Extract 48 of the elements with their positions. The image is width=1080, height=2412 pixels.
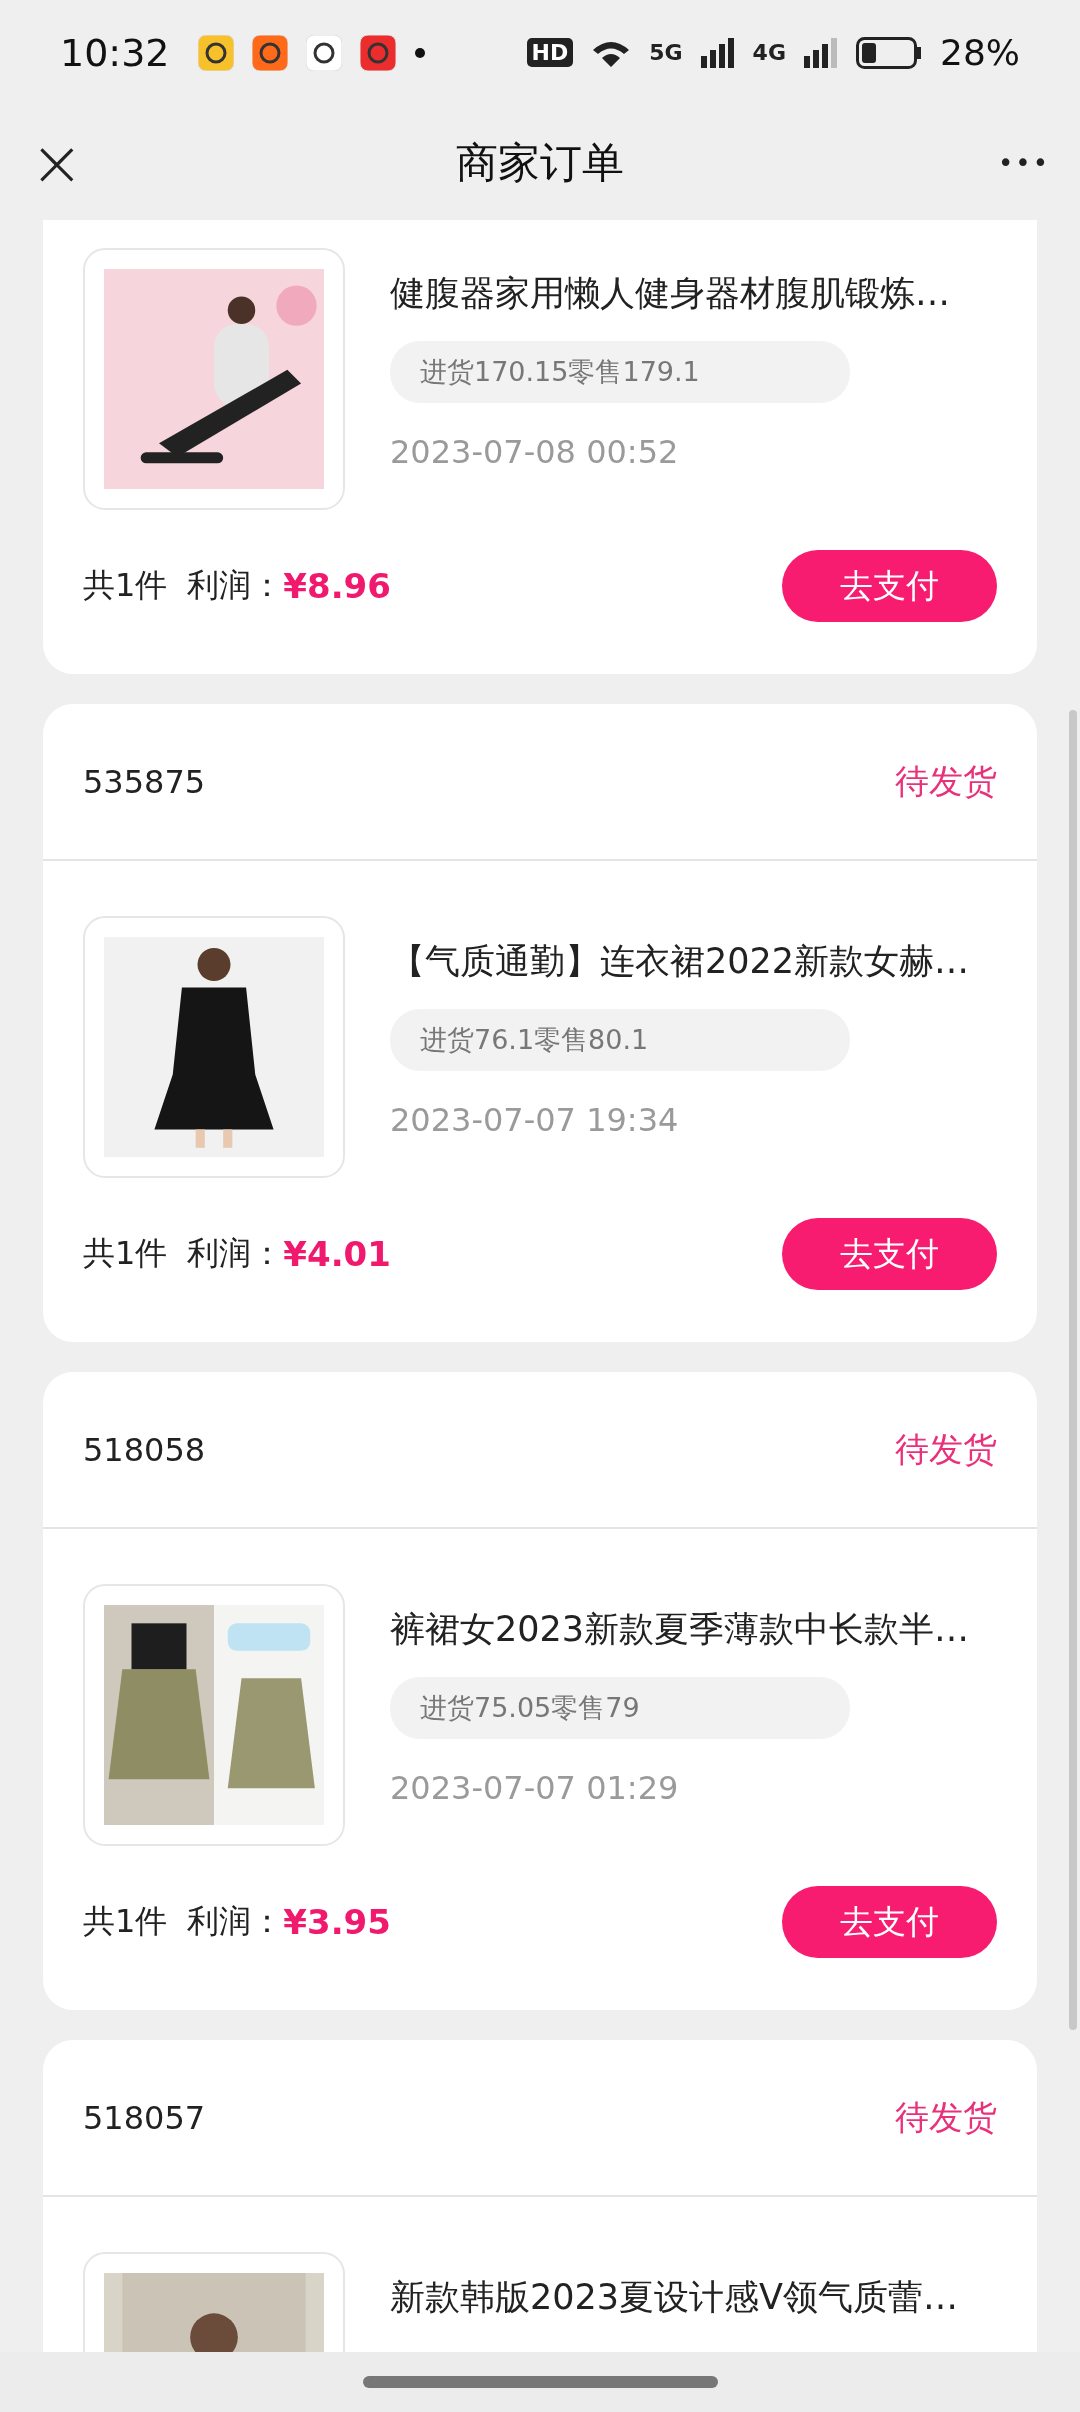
profit-label: 利润： xyxy=(187,565,284,606)
order-number: 518058 xyxy=(83,1430,206,1469)
notification-dot-icon xyxy=(413,46,426,59)
pay-button[interactable]: 去支付 xyxy=(782,1218,997,1290)
product-title[interactable]: 健腹器家用懒人健身器材腹肌锻炼… xyxy=(390,270,950,317)
scrollbar[interactable] xyxy=(1069,710,1077,2030)
page-title: 商家订单 xyxy=(455,136,625,189)
order-status: 待发货 xyxy=(895,759,997,803)
pay-button[interactable]: 去支付 xyxy=(782,550,997,622)
item-count: 共1件 xyxy=(83,1901,168,1942)
profit-label: 利润： xyxy=(187,1233,284,1274)
order-status: 待发货 xyxy=(895,1427,997,1471)
profit-amount: ¥3.95 xyxy=(283,1902,391,1942)
battery-icon xyxy=(856,36,922,69)
order-date: 2023-07-07 19:34 xyxy=(390,1101,679,1139)
order-number: 535875 xyxy=(83,762,206,801)
item-count: 共1件 xyxy=(83,565,168,606)
battery-percentage: 28% xyxy=(940,32,1020,73)
price-tag: 进货76.1零售80.1 xyxy=(390,1009,850,1071)
profit-amount: ¥4.01 xyxy=(283,1234,391,1274)
network-type-label: 5G xyxy=(649,40,683,65)
app-icon xyxy=(359,34,396,71)
item-count: 共1件 xyxy=(83,1233,168,1274)
app-icon xyxy=(251,34,288,71)
order-date: 2023-07-08 00:52 xyxy=(390,433,679,471)
more-button[interactable]: ••• xyxy=(970,147,1050,178)
price-tag: 进货170.15零售179.1 xyxy=(390,341,850,403)
signal-icon xyxy=(700,37,735,68)
product-title[interactable]: 【气质通勤】连衣裙2022新款女赫… xyxy=(390,938,970,985)
product-thumbnail[interactable] xyxy=(83,1584,345,1846)
profit-amount: ¥8.96 xyxy=(283,566,391,606)
profit-label: 利润： xyxy=(187,1901,284,1942)
order-date: 2023-07-07 01:29 xyxy=(390,1769,679,1807)
order-status: 待发货 xyxy=(895,2095,997,2139)
pay-button[interactable]: 去支付 xyxy=(782,1886,997,1958)
product-thumbnail[interactable] xyxy=(83,916,345,1178)
app-icon xyxy=(305,34,342,71)
product-title[interactable]: 裤裙女2023新款夏季薄款中长款半… xyxy=(390,1606,970,1653)
close-button[interactable]: × xyxy=(30,130,110,195)
signal-icon xyxy=(804,37,838,68)
network-type-label: 4G xyxy=(752,40,786,65)
app-icon xyxy=(197,34,234,71)
product-title[interactable]: 新款韩版2023夏设计感V领气质蕾… xyxy=(390,2274,958,2321)
hd-badge: HD xyxy=(526,38,574,67)
order-number: 518057 xyxy=(83,2098,206,2137)
product-thumbnail[interactable] xyxy=(83,248,345,510)
price-tag: 进货75.05零售79 xyxy=(390,1677,850,1739)
clock: 10:32 xyxy=(60,30,170,75)
